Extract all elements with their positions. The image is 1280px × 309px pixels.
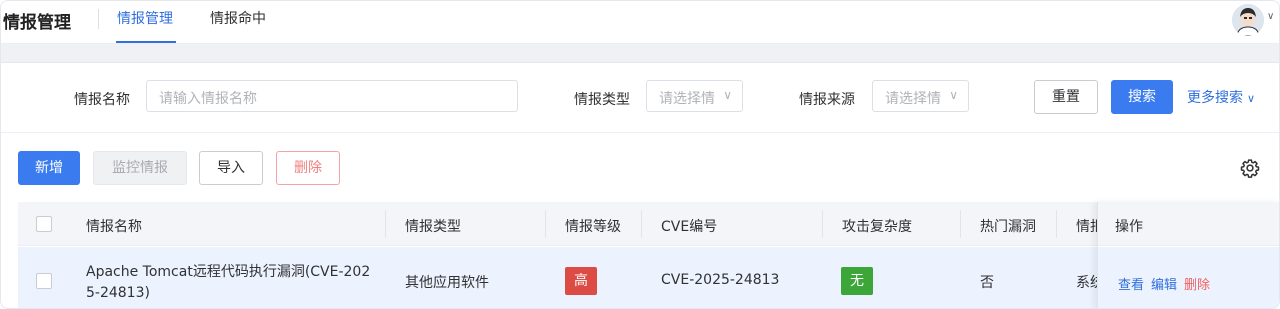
app-window: 情报管理 情报管理 情报命中 ∨ 情报名称 请输入情报名称 情报类型 请选择情 … [0, 0, 1280, 309]
column-header-level[interactable]: 情报等级 [565, 216, 621, 236]
column-header-hot[interactable]: 热门漏洞 [980, 216, 1036, 236]
intel-type-cell: 其他应用软件 [405, 275, 489, 291]
column-divider [385, 210, 386, 238]
column-header-actions: 操作 [1115, 219, 1143, 235]
more-search-link[interactable]: 更多搜索 ∨ [1187, 87, 1255, 107]
source-select-placeholder: 请选择情 [885, 91, 941, 107]
delete-link[interactable]: 删除 [1184, 274, 1210, 293]
title-divider [98, 9, 99, 29]
name-search-input[interactable]: 请输入情报名称 [146, 80, 518, 112]
more-search-label: 更多搜索 [1187, 90, 1243, 106]
column-divider [960, 210, 961, 238]
column-divider [1056, 210, 1057, 238]
type-select-placeholder: 请选择情 [659, 91, 715, 107]
cve-cell: CVE-2025-24813 [661, 272, 780, 288]
column-header-type[interactable]: 情报类型 [405, 216, 461, 236]
source-filter-label: 情报来源 [799, 92, 855, 108]
type-select[interactable]: 请选择情 ∨ [646, 80, 743, 112]
monitor-intel-button[interactable]: 监控情报 [93, 151, 187, 185]
name-filter-label: 情报名称 [74, 92, 130, 108]
active-tab-indicator [116, 41, 176, 43]
source-select[interactable]: 请选择情 ∨ [872, 80, 969, 112]
column-divider [641, 210, 642, 238]
reset-button[interactable]: 重置 [1034, 80, 1098, 114]
column-header-cve[interactable]: CVE编号 [661, 216, 717, 236]
intel-table: 情报名称 情报类型 情报等级 CVE编号 攻击复杂度 热门漏洞 情报来源 Apa… [18, 202, 1279, 308]
intel-name-cell-line1: Apache Tomcat远程代码执行漏洞(CVE-202 [86, 264, 371, 280]
app-title: 情报管理 [3, 13, 71, 33]
table-header: 情报名称 情报类型 情报等级 CVE编号 攻击复杂度 热门漏洞 情报来源 [18, 202, 1279, 246]
top-bar: 情报管理 情报管理 情报命中 ∨ [1, 1, 1279, 44]
user-avatar-icon [1232, 4, 1264, 36]
hot-vuln-cell: 否 [980, 275, 994, 291]
actions-header-cell: 操作 [1098, 202, 1279, 246]
tab-intel-hits[interactable]: 情报命中 [210, 8, 266, 44]
view-link[interactable]: 查看 [1118, 274, 1144, 293]
content-gap [1, 44, 1279, 63]
type-filter-label: 情报类型 [574, 92, 630, 108]
column-header-complexity[interactable]: 攻击复杂度 [842, 216, 912, 236]
chevron-down-icon: ∨ [949, 88, 958, 102]
add-button[interactable]: 新增 [18, 151, 80, 185]
tab-intel-management[interactable]: 情报管理 [117, 8, 173, 44]
edit-link[interactable]: 编辑 [1151, 274, 1177, 293]
intel-name-cell-line2: 5-24813) [86, 285, 150, 301]
search-button[interactable]: 搜索 [1111, 80, 1173, 114]
select-all-checkbox[interactable] [36, 216, 52, 232]
import-button[interactable]: 导入 [199, 151, 263, 185]
gear-icon[interactable] [1240, 158, 1260, 178]
column-divider [545, 210, 546, 238]
batch-delete-button[interactable]: 删除 [276, 151, 340, 185]
column-divider [822, 210, 823, 238]
complexity-badge: 无 [841, 267, 873, 295]
actions-cell: 查看 编辑 删除 [1098, 247, 1279, 308]
actions-column: 操作 查看 编辑 删除 [1097, 202, 1279, 308]
table-row[interactable]: Apache Tomcat远程代码执行漏洞(CVE-202 5-24813) 其… [18, 247, 1279, 308]
column-header-name[interactable]: 情报名称 [86, 216, 142, 236]
row-checkbox[interactable] [36, 273, 52, 289]
user-avatar[interactable] [1232, 4, 1264, 36]
chevron-down-icon: ∨ [723, 88, 732, 102]
chevron-down-icon: ∨ [1247, 92, 1256, 105]
search-panel: 情报名称 请输入情报名称 情报类型 请选择情 ∨ 情报来源 请选择情 ∨ 重置 … [1, 63, 1279, 133]
name-search-placeholder: 请输入情报名称 [159, 91, 257, 107]
avatar-dropdown-chevron-icon[interactable]: ∨ [1267, 11, 1274, 22]
level-badge: 高 [565, 267, 597, 295]
